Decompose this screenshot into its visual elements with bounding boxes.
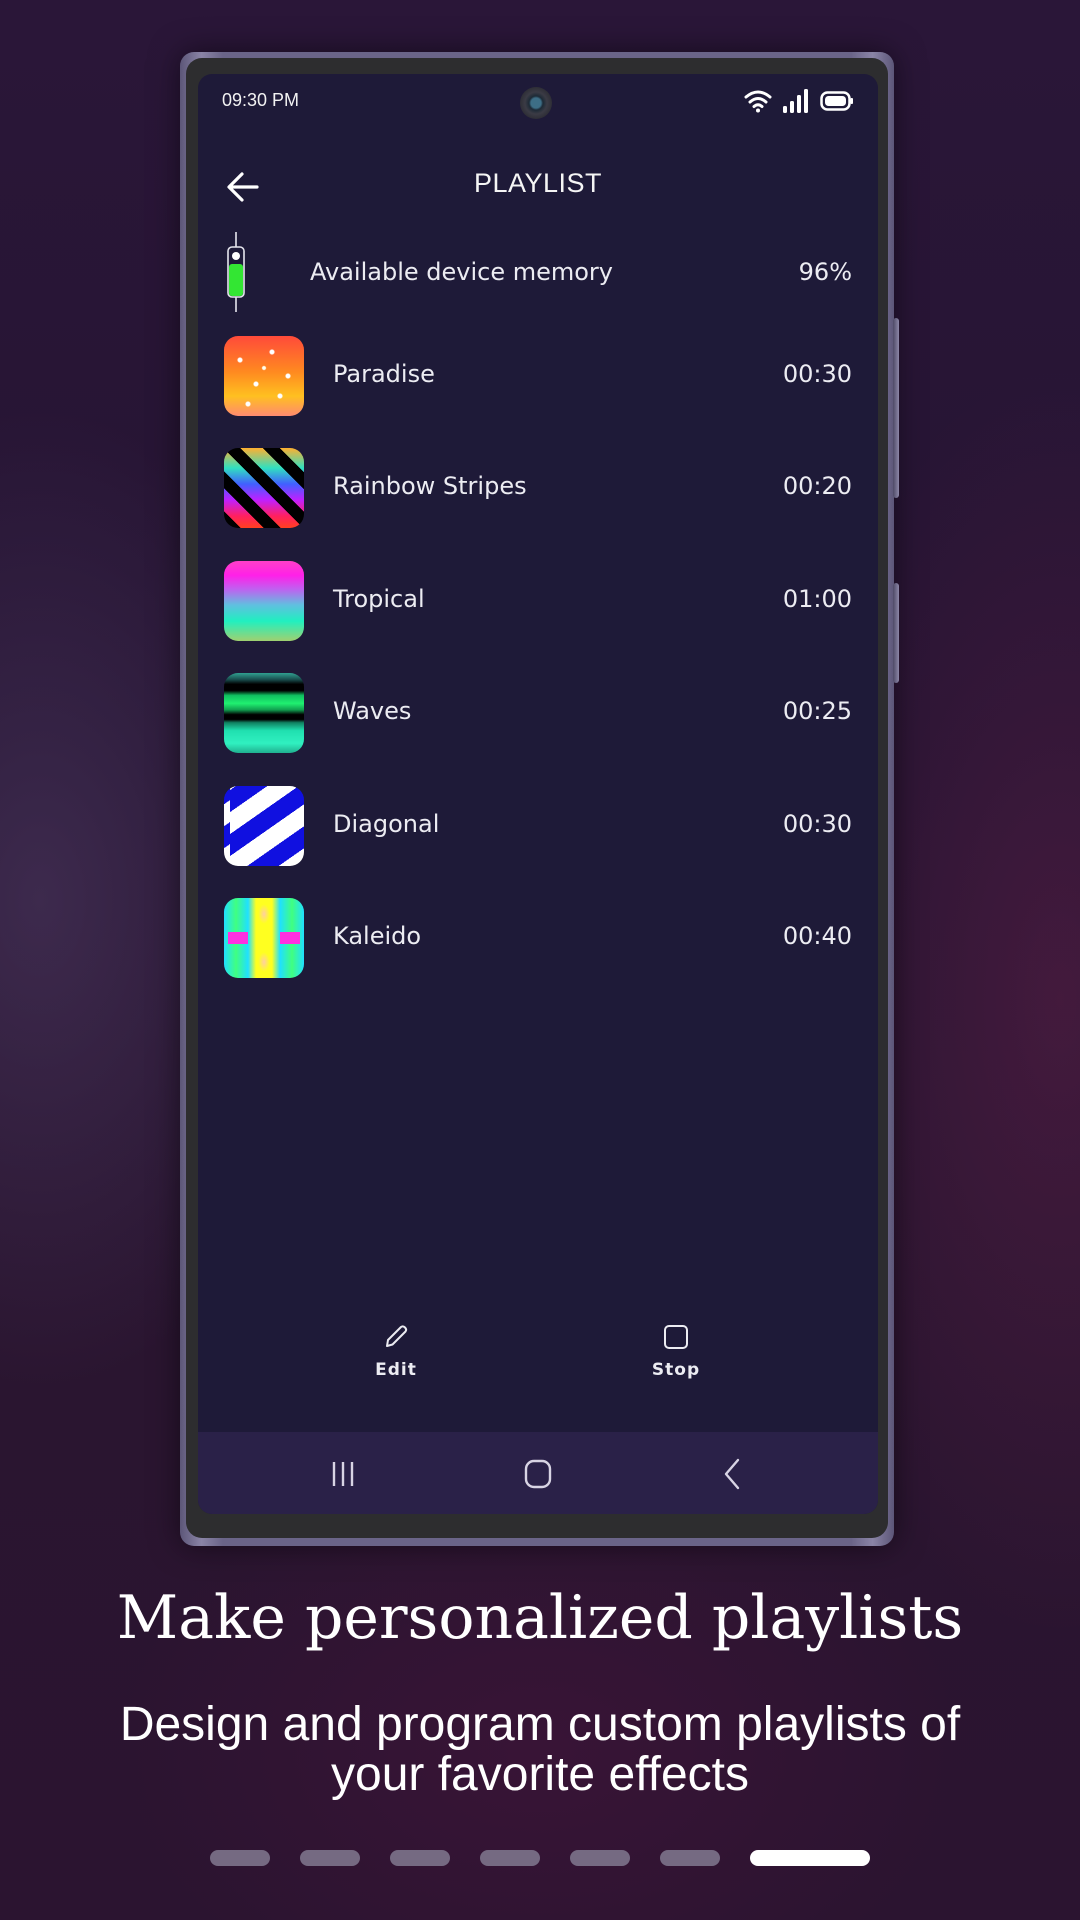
- page-dot[interactable]: [570, 1850, 630, 1866]
- status-icons: [744, 88, 854, 114]
- playlist-item[interactable]: Diagonal 00:30: [198, 785, 878, 898]
- stop-label: Stop: [651, 1360, 701, 1380]
- page-title: PLAYLIST: [473, 168, 603, 198]
- playlist-item[interactable]: Tropical 01:00: [198, 560, 878, 673]
- system-nav-bar: [198, 1432, 878, 1514]
- effect-thumbnail-waves: [224, 673, 304, 754]
- playlist-item[interactable]: Rainbow Stripes 00:20: [198, 448, 878, 560]
- effect-thumbnail-diagonal: [224, 785, 304, 866]
- playlist-item[interactable]: Paradise 00:30: [198, 336, 878, 448]
- effect-duration: 00:30: [782, 809, 852, 838]
- page-dot[interactable]: [660, 1850, 720, 1866]
- memory-row: Available device memory 96%: [198, 232, 878, 312]
- action-bar: Edit Stop: [198, 1324, 878, 1404]
- caption-title: Make personalized playlists: [116, 1583, 964, 1653]
- memory-gauge-icon: [227, 232, 245, 312]
- home-button[interactable]: [518, 1454, 558, 1494]
- effect-duration: 00:30: [782, 360, 852, 388]
- effect-duration: 00:40: [782, 921, 852, 950]
- page-dot[interactable]: [390, 1850, 450, 1866]
- page-indicator: [210, 1850, 870, 1866]
- home-icon: [524, 1459, 552, 1489]
- effect-thumbnail-paradise: [224, 336, 304, 416]
- page-dot[interactable]: [480, 1850, 540, 1866]
- pencil-icon: [386, 1325, 408, 1347]
- memory-value: 96%: [798, 258, 852, 286]
- page-dot[interactable]: [210, 1850, 270, 1866]
- page-dot-active[interactable]: [750, 1850, 870, 1866]
- playlist-item[interactable]: Waves 00:25: [198, 673, 878, 785]
- status-time: 09:30 PM: [222, 90, 300, 110]
- caption-subtitle: Design and program custom playlists of y…: [119, 1698, 961, 1801]
- system-back-button[interactable]: [712, 1454, 752, 1494]
- front-camera: [520, 87, 552, 119]
- effect-name: Rainbow Stripes: [333, 472, 527, 501]
- wifi-icon: [744, 90, 772, 113]
- phone-screen: 09:30 PM PLAYLIST Available device memor…: [198, 74, 878, 1514]
- page-dot[interactable]: [300, 1850, 360, 1866]
- effect-name: Paradise: [333, 360, 435, 388]
- effect-name: Waves: [333, 697, 412, 726]
- playlist: Paradise 00:30 Rainbow Stripes 00:20 Tro…: [198, 336, 878, 1010]
- recents-icon: [332, 1462, 354, 1486]
- playlist-item[interactable]: Kaleido 00:40: [198, 897, 878, 1010]
- battery-icon: [820, 91, 853, 111]
- edit-label: Edit: [375, 1360, 417, 1380]
- power-button: [893, 583, 899, 683]
- effect-name: Diagonal: [333, 809, 440, 838]
- edit-button[interactable]: Edit: [346, 1324, 446, 1404]
- stop-icon: [664, 1325, 688, 1349]
- recents-button[interactable]: [324, 1454, 364, 1494]
- effect-duration: 00:25: [782, 697, 852, 726]
- app-header: PLAYLIST: [198, 154, 878, 218]
- effect-thumbnail-tropical: [224, 560, 304, 641]
- effect-duration: 01:00: [782, 584, 852, 613]
- memory-fill: [229, 264, 243, 296]
- effect-duration: 00:20: [782, 472, 852, 501]
- signal-icon: [783, 89, 808, 113]
- back-chevron-icon: [724, 1458, 740, 1490]
- memory-label: Available device memory: [310, 258, 613, 286]
- effect-thumbnail-rainbow-stripes: [224, 448, 304, 529]
- stop-button[interactable]: Stop: [626, 1324, 726, 1404]
- effect-name: Kaleido: [333, 921, 422, 950]
- effect-thumbnail-kaleido: [224, 897, 304, 978]
- status-bar: 09:30 PM: [198, 74, 878, 134]
- effect-name: Tropical: [333, 584, 425, 613]
- volume-button: [893, 318, 899, 498]
